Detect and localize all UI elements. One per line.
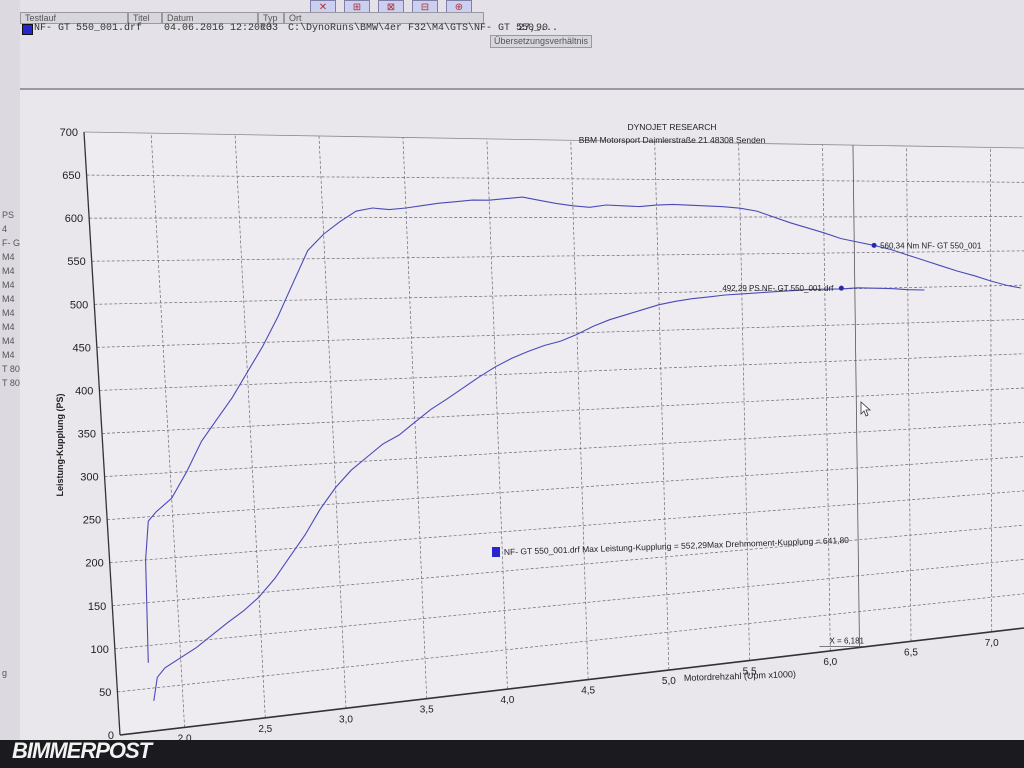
x-tick-label: 2,5 [258, 724, 272, 735]
left-panel-item: M4 [2, 336, 15, 346]
y-axis-label: Leistung-Kupplung (PS) [55, 394, 65, 497]
x-tick-label: 6,5 [904, 647, 918, 658]
y-tick-label: 100 [90, 644, 108, 656]
y-tick-label: 550 [67, 256, 85, 268]
x-tick-label: 4,5 [581, 686, 595, 697]
x-tick-label: 3,5 [420, 705, 434, 716]
left-panel-item: T 80 [2, 378, 20, 388]
x-tick-label: 6,0 [823, 657, 837, 668]
left-panel-item: M4 [2, 252, 15, 262]
watermark-logo: BIMMERPOST [12, 738, 152, 763]
left-panel-item: M4 [2, 280, 15, 290]
y-tick-label: 700 [60, 127, 78, 139]
y-tick-label: 250 [83, 515, 101, 527]
x-tick-label: 4,0 [500, 695, 514, 706]
left-panel-item: T 80 [2, 364, 20, 374]
y-tick-label: 200 [85, 558, 103, 570]
y-tick-label: 50 [99, 687, 111, 699]
dyno-chart: 0501001502002503003504004505005506006507… [55, 122, 1024, 744]
torque-annotation: 560,34 Nm NF- GT 550_001 [880, 241, 982, 250]
x-tick-label: 7,0 [985, 638, 999, 649]
x-axis-label: Motordrehzahl (Upm x1000) [684, 669, 796, 683]
y-tick-label: 650 [62, 170, 80, 182]
torque-marker [871, 242, 877, 248]
left-panel-item: M4 [2, 294, 15, 304]
y-tick-label: 600 [65, 213, 83, 225]
y-tick-label: 400 [75, 385, 93, 397]
file-list-panel: ✕ ⊞ ⊠ ⊟ ⊕ Testlauf Titel Datum Typ Ort NF- GT 55… [20, 0, 1024, 90]
y-tick-label: 350 [78, 429, 96, 441]
left-panel-item: g [2, 668, 8, 678]
dyno-graph-panel: 0 50 100 150 200 250 300 350 400 450 500 550 600 650 7… [20, 90, 1024, 750]
left-panel-item: M4 [2, 322, 15, 332]
left-panel-item: 4 [2, 224, 8, 234]
cursor-readout: X = 6,181 [830, 636, 865, 645]
x-tick-label: 5,0 [662, 676, 676, 687]
power-annotation: 492,29 PS NF- GT 550_001.drf [722, 284, 834, 293]
left-panel-item: PS [2, 210, 15, 220]
file-name: NF- GT 550_001.drf [34, 23, 143, 34]
y-tick-label: 300 [80, 472, 98, 484]
y-tick-label: 450 [72, 342, 90, 354]
file-ratio: 27,90 [518, 23, 549, 34]
y-tick-label: 150 [88, 601, 106, 613]
legend-swatch [492, 547, 500, 557]
power-marker [838, 285, 844, 291]
file-type: RO [260, 23, 273, 34]
x-tick-label: 3,0 [339, 714, 353, 725]
ratio-column-header[interactable]: Übersetzungsverhältnis [490, 35, 593, 48]
left-panel: PS 4 F- G M4 M4 M4 M4 M4 M4 M4 M4 T 80 T 80 g [0, 0, 21, 768]
left-panel-item: F- G [2, 238, 20, 248]
chart-subtitle: BBM Motorsport Daimlerstraße 21 48308 Se… [579, 135, 766, 145]
left-panel-item: M4 [2, 350, 15, 360]
run-color-swatch [22, 24, 33, 35]
chart-title: DYNOJET RESEARCH [627, 122, 716, 132]
y-tick-label: 500 [70, 299, 88, 311]
file-row[interactable]: NF- GT 550_001.drf 04.06.2016 12:20:33 R… [20, 22, 720, 36]
left-panel-item: M4 [2, 266, 15, 276]
monitor-bezel [0, 740, 1024, 768]
left-panel-item: M4 [2, 308, 15, 318]
